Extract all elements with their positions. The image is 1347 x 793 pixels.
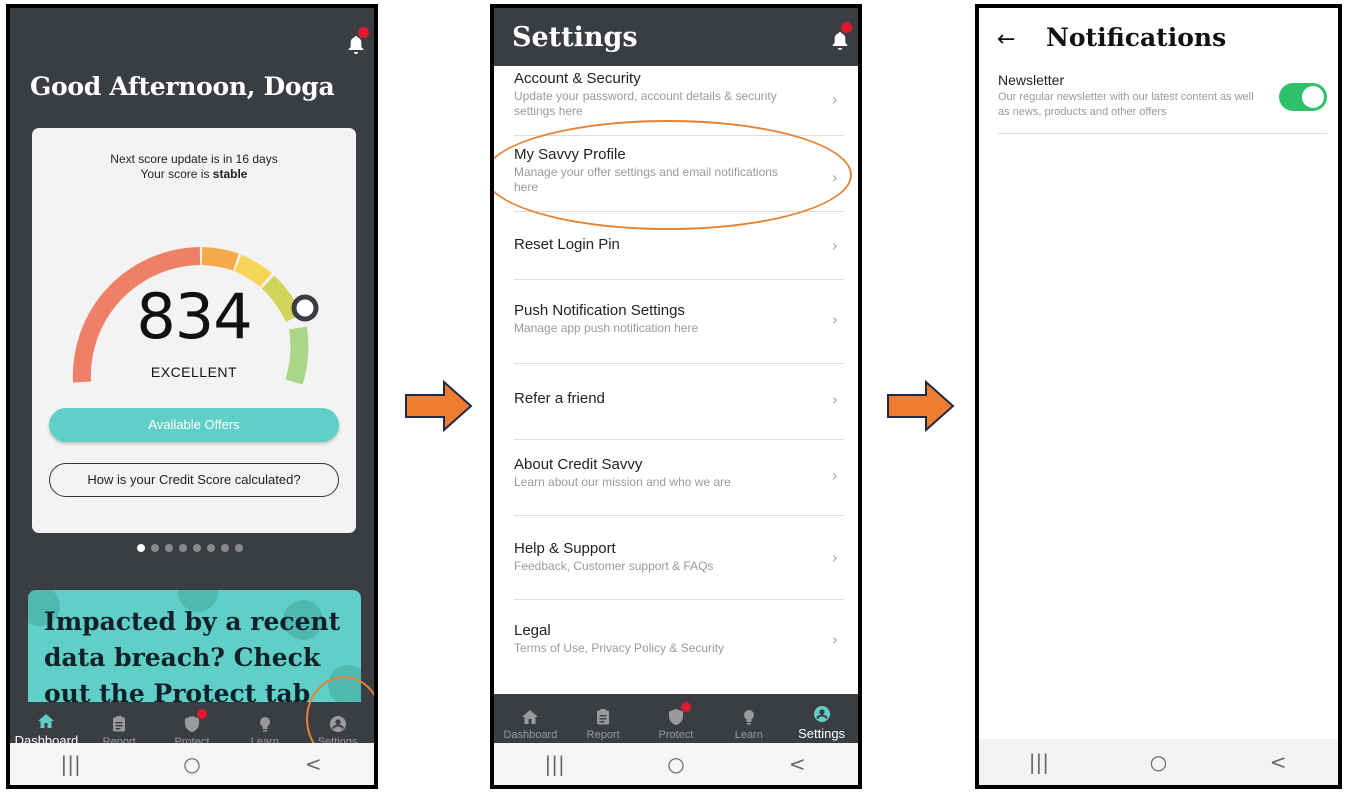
- flow-arrow-icon: [405, 380, 473, 432]
- carousel-dot[interactable]: [235, 544, 243, 552]
- carousel-indicator[interactable]: [137, 544, 243, 552]
- score-calculation-button[interactable]: How is your Credit Score calculated?: [49, 463, 339, 497]
- system-nav-bar: ||| ○ <: [979, 739, 1338, 785]
- back-button[interactable]: <: [1248, 750, 1308, 774]
- lightbulb-icon: [259, 717, 270, 732]
- settings-screen: Settings Account & Security Update your …: [490, 4, 862, 789]
- page-title: Notifications: [1046, 23, 1227, 52]
- settings-item-about[interactable]: About Credit Savvy Learn about our missi…: [514, 440, 844, 516]
- settings-item-title: Reset Login Pin: [514, 236, 620, 253]
- nav-label: Report: [586, 729, 620, 741]
- carousel-dot[interactable]: [193, 544, 201, 552]
- settings-item-desc: Feedback, Customer support & FAQs: [514, 559, 714, 573]
- carousel-dot[interactable]: [151, 544, 159, 552]
- settings-item-legal[interactable]: Legal Terms of Use, Privacy Policy & Sec…: [514, 600, 844, 684]
- carousel-dot[interactable]: [179, 544, 187, 552]
- back-arrow-icon[interactable]: ←: [997, 27, 1015, 52]
- settings-item-title: Help & Support: [514, 540, 616, 557]
- credit-score: 834: [136, 280, 252, 353]
- back-button[interactable]: <: [283, 752, 343, 776]
- system-nav-bar: ||| ○ <: [10, 743, 374, 785]
- clipboard-icon: [113, 716, 126, 732]
- chevron-right-icon: ›: [831, 90, 838, 109]
- settings-item-title: Account & Security: [514, 70, 641, 87]
- settings-item-desc: Update your password, account details & …: [514, 89, 777, 118]
- newsletter-desc: Our regular newsletter with our latest c…: [998, 91, 1254, 118]
- promo-text: Impacted by a recent data breach? Check …: [44, 607, 341, 702]
- settings-item-desc: Terms of Use, Privacy Policy & Security: [514, 641, 725, 655]
- home-button[interactable]: ○: [162, 752, 222, 776]
- nav-dashboard[interactable]: Dashboard: [495, 708, 565, 741]
- score-status-text: Your score is stable: [140, 167, 248, 181]
- chevron-right-icon: ›: [831, 630, 838, 649]
- newsletter-title: Newsletter: [998, 72, 1065, 88]
- settings-item-desc: Learn about our mission and who we are: [514, 475, 731, 489]
- chevron-right-icon: ›: [831, 236, 838, 255]
- newsletter-setting: Newsletter Our regular newsletter with o…: [998, 72, 1327, 134]
- notification-badge: [196, 709, 207, 719]
- settings-item-reset-pin[interactable]: Reset Login Pin ›: [514, 212, 844, 280]
- nav-label: Dashboard: [503, 729, 558, 741]
- page-title: Settings: [512, 22, 638, 53]
- user-circle-icon: [813, 706, 830, 722]
- settings-item-title: Push Notification Settings: [514, 302, 685, 319]
- notification-badge: [841, 22, 852, 33]
- recents-button[interactable]: |||: [41, 752, 101, 776]
- nav-settings[interactable]: Settings: [787, 705, 857, 741]
- notifications-screen: ← Notifications Newsletter Our regular n…: [975, 4, 1342, 789]
- recents-button[interactable]: |||: [1009, 750, 1069, 774]
- carousel-dot[interactable]: [221, 544, 229, 552]
- home-button[interactable]: ○: [646, 752, 706, 776]
- home-icon: [522, 710, 539, 724]
- nav-learn[interactable]: Learn: [714, 708, 784, 741]
- toggle-knob: [1302, 86, 1324, 108]
- score-card: Next score update is in 16 days Your sco…: [32, 128, 356, 533]
- settings-item-refer-friend[interactable]: Refer a friend ›: [514, 364, 844, 440]
- flow-arrow-icon: [887, 380, 955, 432]
- data-breach-promo-card[interactable]: Impacted by a recent data breach? Check …: [28, 590, 361, 702]
- settings-item-push-notifications[interactable]: Push Notification Settings Manage app pu…: [514, 280, 844, 364]
- carousel-dot[interactable]: [207, 544, 215, 552]
- score-rating: EXCELLENT: [150, 364, 238, 380]
- settings-item-title: About Credit Savvy: [514, 456, 643, 473]
- nav-label: Protect: [658, 729, 694, 741]
- nav-report[interactable]: Report: [568, 708, 638, 741]
- carousel-dot[interactable]: [137, 544, 145, 552]
- chevron-right-icon: ›: [831, 310, 838, 329]
- chevron-right-icon: ›: [831, 466, 838, 485]
- score-update-info: Next score update is in 16 days Your sco…: [32, 152, 356, 182]
- home-button[interactable]: ○: [1128, 750, 1188, 774]
- home-icon: [38, 714, 55, 728]
- back-button[interactable]: <: [767, 752, 827, 776]
- notification-badge: [358, 27, 369, 38]
- next-update-text: Next score update is in 16 days: [110, 152, 278, 166]
- settings-item-help-support[interactable]: Help & Support Feedback, Customer suppor…: [514, 516, 844, 600]
- chevron-right-icon: ›: [831, 390, 838, 409]
- chevron-right-icon: ›: [831, 548, 838, 567]
- settings-item-desc: Manage app push notification here: [514, 321, 699, 335]
- carousel-dot[interactable]: [165, 544, 173, 552]
- recents-button[interactable]: |||: [525, 752, 585, 776]
- nav-label: Learn: [734, 729, 763, 741]
- settings-header: Settings: [494, 8, 858, 66]
- nav-protect[interactable]: Protect: [641, 702, 711, 741]
- bottom-nav: Dashboard Report Protect Learn Settings: [494, 694, 858, 747]
- newsletter-toggle[interactable]: [1279, 83, 1327, 111]
- system-nav-bar: ||| ○ <: [494, 743, 858, 785]
- greeting-title: Good Afternoon, Doga: [30, 72, 335, 101]
- nav-label: Settings: [798, 726, 846, 741]
- settings-item-title: Refer a friend: [514, 390, 605, 407]
- available-offers-button[interactable]: Available Offers: [49, 408, 339, 442]
- lightbulb-icon: [743, 710, 754, 725]
- settings-item-title: Legal: [514, 622, 551, 639]
- notification-badge: [680, 702, 691, 712]
- dashboard-screen: Good Afternoon, Doga Next score update i…: [6, 4, 378, 789]
- bell-icon[interactable]: [832, 32, 848, 50]
- bell-icon[interactable]: [348, 36, 364, 54]
- clipboard-icon: [597, 709, 610, 725]
